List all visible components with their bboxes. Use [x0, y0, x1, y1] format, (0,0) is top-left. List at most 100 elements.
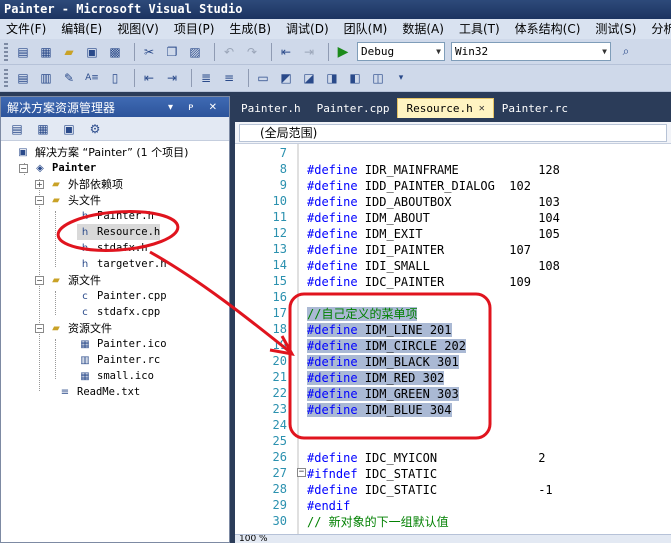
- text-file-icon: ≡: [60, 386, 70, 398]
- cpp-file-icon: c: [82, 306, 88, 318]
- tree-file[interactable]: ▦ Painter.ico: [77, 336, 166, 352]
- toolbar-grip[interactable]: [4, 42, 8, 61]
- menu-build[interactable]: 生成(B): [223, 19, 280, 39]
- increase-indent-icon[interactable]: ⇥: [163, 69, 181, 87]
- menu-bar: 文件(F) 编辑(E) 视图(V) 项目(P) 生成(B) 调试(D) 团队(M…: [0, 19, 671, 39]
- line-number: 14: [272, 258, 287, 272]
- line-number: 26: [272, 450, 287, 464]
- toolbar-grip[interactable]: [4, 69, 8, 87]
- collapse-icon[interactable]: −: [19, 163, 28, 173]
- navigate-back-icon[interactable]: ⇤: [277, 43, 295, 61]
- tree-file[interactable]: c Painter.cpp: [77, 288, 166, 304]
- redo-icon[interactable]: ↷: [243, 43, 261, 61]
- save-all-icon[interactable]: ▩: [106, 43, 124, 61]
- new-project-icon[interactable]: ▤: [14, 43, 32, 61]
- collapse-icon[interactable]: −: [35, 275, 44, 285]
- tree-sources-folder[interactable]: − ▰ 源文件: [35, 272, 101, 288]
- toolbar-separator: [134, 69, 135, 87]
- line-number: 22: [272, 386, 287, 400]
- zoom-level[interactable]: 100 %: [235, 534, 671, 543]
- tree-file-selected[interactable]: h Resource.h: [77, 224, 161, 240]
- tab-painter-rc[interactable]: Painter.rc: [494, 98, 576, 118]
- paste-icon[interactable]: ▨: [186, 43, 204, 61]
- tree-file[interactable]: ≡ ReadMe.txt: [57, 384, 140, 400]
- object-members-icon[interactable]: ▤: [14, 69, 32, 87]
- menu-file[interactable]: 文件(F): [0, 19, 55, 39]
- cut-icon[interactable]: ✂: [140, 43, 158, 61]
- refresh-icon[interactable]: ▣: [59, 120, 79, 138]
- tab-label: Painter.cpp: [316, 101, 390, 115]
- toggle-whitespace-icon[interactable]: ▯: [106, 69, 124, 87]
- menu-tools[interactable]: 工具(T): [453, 19, 509, 39]
- collapse-icon[interactable]: −: [35, 323, 44, 333]
- start-debugging-icon[interactable]: ▶: [334, 43, 352, 61]
- code-editor[interactable]: 7 8 #define IDR_MAINFRAME 128 9 #define IDD_…: [235, 144, 671, 534]
- tree-project[interactable]: − ◈ Painter: [19, 160, 96, 176]
- show-all-files-icon[interactable]: ▦: [33, 120, 53, 138]
- tab-painter-cpp[interactable]: Painter.cpp: [309, 98, 398, 118]
- expand-icon[interactable]: +: [35, 179, 44, 189]
- line-number: 10: [272, 194, 287, 208]
- tree-solution[interactable]: ▣ 解决方案 “Painter” (1 个项目): [15, 144, 188, 160]
- next-bookmark-icon[interactable]: ◪: [300, 69, 318, 87]
- tree-resources-folder[interactable]: − ▰ 资源文件: [35, 320, 112, 336]
- menu-debug[interactable]: 调试(D): [280, 19, 338, 39]
- uncomment-lines-icon[interactable]: ≡: [220, 69, 238, 87]
- menu-analyze[interactable]: 分析: [645, 19, 671, 39]
- fold-toggle-icon[interactable]: −: [297, 468, 306, 477]
- menu-view[interactable]: 视图(V): [111, 19, 168, 39]
- properties-icon[interactable]: ▤: [7, 120, 27, 138]
- tab-resource-h[interactable]: Resource.h ✕: [397, 98, 494, 118]
- decrease-indent-icon[interactable]: ⇤: [140, 69, 158, 87]
- copy-icon[interactable]: ❐: [163, 43, 181, 61]
- file-label: stdafx.h: [97, 242, 148, 254]
- project-label: Painter: [52, 162, 97, 174]
- save-icon[interactable]: ▣: [83, 43, 101, 61]
- word-completion-icon[interactable]: A≡: [83, 69, 101, 87]
- folder-open-icon: ▰: [52, 322, 60, 334]
- comment-lines-icon[interactable]: ≣: [197, 69, 215, 87]
- parameter-info-icon[interactable]: ▥: [37, 69, 55, 87]
- menu-test[interactable]: 测试(S): [589, 19, 645, 39]
- menu-team[interactable]: 团队(M): [338, 19, 397, 39]
- solution-platform-select[interactable]: Win32 ▼: [451, 42, 611, 61]
- menu-edit[interactable]: 编辑(E): [55, 19, 111, 39]
- solution-config-select[interactable]: Debug ▼: [357, 42, 445, 61]
- code-line: #define IDM_ABOUT 104: [307, 211, 560, 225]
- toggle-bookmark-icon[interactable]: ▭: [254, 69, 272, 87]
- undo-icon[interactable]: ↶: [220, 43, 238, 61]
- navigate-forward-icon[interactable]: ⇥: [300, 43, 318, 61]
- find-icon[interactable]: ⌕: [617, 43, 635, 61]
- clear-bookmarks-icon[interactable]: ◫: [369, 69, 387, 87]
- collapse-icon[interactable]: −: [35, 195, 44, 205]
- tree-headers-folder[interactable]: − ▰ 头文件: [35, 192, 101, 208]
- tree-file[interactable]: h targetver.h: [77, 256, 167, 272]
- previous-bookmark-icon[interactable]: ◩: [277, 69, 295, 87]
- tree-guide-line: [55, 291, 56, 315]
- code-line: #define IDC_MYICON 2: [307, 451, 546, 465]
- close-icon[interactable]: ✕: [479, 103, 485, 114]
- tab-painter-h[interactable]: Painter.h: [233, 98, 309, 118]
- open-folder-icon[interactable]: ▰: [60, 43, 78, 61]
- line-number: 30: [272, 514, 287, 528]
- toolbar-options-icon[interactable]: ▾: [392, 69, 410, 87]
- menu-project[interactable]: 项目(P): [168, 19, 224, 39]
- tree-file[interactable]: h Painter.h: [77, 208, 154, 224]
- panel-window-controls[interactable]: ▾ ᴘ ✕: [168, 102, 223, 113]
- add-item-icon[interactable]: ▦: [37, 43, 55, 61]
- tree-external-deps[interactable]: + ▰ 外部依赖项: [35, 176, 123, 192]
- next-bookmark-folder-icon[interactable]: ◧: [346, 69, 364, 87]
- tree-file[interactable]: ▦ small.ico: [77, 368, 154, 384]
- menu-architecture[interactable]: 体系结构(C): [509, 19, 590, 39]
- quick-info-icon[interactable]: ✎: [60, 69, 78, 87]
- menu-data[interactable]: 数据(A): [396, 19, 453, 39]
- tree-file[interactable]: ▥ Painter.rc: [77, 352, 160, 368]
- code-line: //自己定义的菜单项: [307, 307, 418, 321]
- tree-file[interactable]: h stdafx.h: [77, 240, 148, 256]
- code-line: #define IDM_EXIT 105: [307, 227, 560, 241]
- prev-bookmark-folder-icon[interactable]: ◨: [323, 69, 341, 87]
- class-diagram-icon[interactable]: ⚙: [85, 120, 105, 138]
- scope-dropdown[interactable]: (全局范围): [239, 124, 667, 142]
- tree-file[interactable]: c stdafx.cpp: [77, 304, 160, 320]
- resource-file-icon: ▥: [80, 354, 90, 366]
